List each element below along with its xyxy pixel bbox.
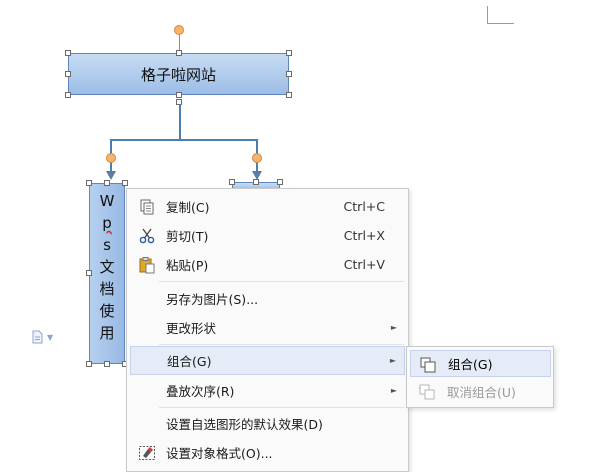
- resize-handle[interactable]: [65, 71, 71, 77]
- scissors-icon: [139, 228, 155, 244]
- menu-item-shortcut: Ctrl+V: [343, 257, 385, 272]
- paste-icon: [139, 257, 155, 274]
- chevron-right-icon: ►: [389, 356, 396, 365]
- child-node-char: W: [99, 192, 115, 210]
- resize-handle[interactable]: [286, 71, 292, 77]
- menu-separator: [159, 407, 404, 408]
- page-corner-mark: [487, 6, 488, 24]
- menu-item-copy[interactable]: 复制(C) Ctrl+C: [130, 192, 405, 221]
- resize-handle[interactable]: [176, 50, 182, 56]
- org-chart-root-node[interactable]: 格子啦网站: [68, 53, 289, 95]
- resize-handle[interactable]: [286, 92, 292, 98]
- child-node-char: 文: [99, 258, 115, 276]
- resize-handle[interactable]: [104, 361, 110, 367]
- paste-options-button[interactable]: ▼: [30, 330, 60, 344]
- resize-handle[interactable]: [253, 179, 259, 185]
- connector-line: [179, 104, 181, 140]
- menu-item-label: 设置对象格式(O)...: [166, 446, 273, 461]
- submenu-item-ungroup[interactable]: 取消组合(U): [410, 378, 551, 405]
- menu-item-save-as-picture[interactable]: 另存为图片(S)...: [130, 284, 405, 313]
- child-node-char: 使: [99, 302, 115, 320]
- connector-arrow: [106, 171, 116, 180]
- child-node-text: W p s 文 档 使 用: [90, 190, 124, 344]
- menu-item-label: 更改形状: [166, 321, 217, 336]
- child-node-char: 用: [99, 324, 115, 342]
- menu-item-label: 设置自选图形的默认效果(D): [166, 417, 323, 432]
- menu-item-label: 复制(C): [166, 200, 210, 215]
- org-chart-child-node[interactable]: W p s 文 档 使 用: [89, 183, 125, 364]
- menu-item-label: 粘贴(P): [166, 258, 209, 273]
- rotation-handle[interactable]: [174, 25, 184, 35]
- menu-separator: [159, 344, 404, 345]
- copy-icon: [140, 199, 154, 215]
- submenu-item-label: 取消组合(U): [447, 385, 516, 400]
- dropdown-arrow-icon: ▼: [47, 332, 54, 342]
- paste-options-icon: [32, 330, 43, 344]
- resize-handle[interactable]: [104, 180, 110, 186]
- resize-handle[interactable]: [86, 180, 92, 186]
- menu-item-format-object[interactable]: 设置对象格式(O)...: [130, 438, 405, 467]
- format-object-icon: [139, 446, 155, 460]
- context-menu: 复制(C) Ctrl+C 剪切(T) Ctrl+X 粘贴(P) Ctrl+V 另…: [126, 188, 409, 472]
- menu-item-label: 叠放次序(R): [166, 384, 235, 399]
- chevron-right-icon: ►: [390, 323, 397, 332]
- menu-item-cut[interactable]: 剪切(T) Ctrl+X: [130, 221, 405, 250]
- menu-item-label: 另存为图片(S)...: [166, 292, 259, 307]
- menu-item-shortcut: Ctrl+C: [343, 199, 385, 214]
- ungroup-icon: [419, 384, 435, 400]
- chevron-right-icon: ►: [390, 386, 397, 395]
- resize-handle[interactable]: [277, 179, 283, 185]
- resize-handle[interactable]: [229, 179, 235, 185]
- group-icon: [420, 357, 436, 373]
- menu-separator: [159, 281, 404, 282]
- root-node-label: 格子啦网站: [140, 65, 216, 84]
- child-node-char: p: [102, 214, 112, 232]
- menu-item-arrange-order[interactable]: 叠放次序(R) ►: [130, 376, 405, 405]
- menu-item-label: 剪切(T): [166, 229, 209, 244]
- menu-item-group[interactable]: 组合(G) ►: [130, 346, 405, 375]
- resize-handle[interactable]: [65, 50, 71, 56]
- connector-line: [110, 139, 258, 141]
- resize-handle[interactable]: [86, 270, 92, 276]
- menu-item-paste[interactable]: 粘贴(P) Ctrl+V: [130, 250, 405, 279]
- submenu-item-label: 组合(G): [448, 357, 493, 372]
- resize-handle[interactable]: [286, 50, 292, 56]
- group-submenu: 组合(G) 取消组合(U): [406, 346, 554, 408]
- menu-item-label: 组合(G): [167, 354, 212, 369]
- menu-item-change-shape[interactable]: 更改形状 ►: [130, 313, 405, 342]
- page-corner-mark: [487, 23, 514, 24]
- resize-handle[interactable]: [176, 92, 182, 98]
- menu-item-set-default-effect[interactable]: 设置自选图形的默认效果(D): [130, 409, 405, 438]
- rotation-handle[interactable]: [252, 153, 262, 163]
- resize-handle[interactable]: [65, 92, 71, 98]
- rotation-handle[interactable]: [106, 153, 116, 163]
- resize-handle[interactable]: [86, 361, 92, 367]
- menu-item-shortcut: Ctrl+X: [343, 228, 385, 243]
- child-node-char: 档: [99, 280, 115, 298]
- submenu-item-group[interactable]: 组合(G): [410, 350, 551, 377]
- resize-handle[interactable]: [122, 180, 128, 186]
- child-node-char: s: [103, 236, 111, 254]
